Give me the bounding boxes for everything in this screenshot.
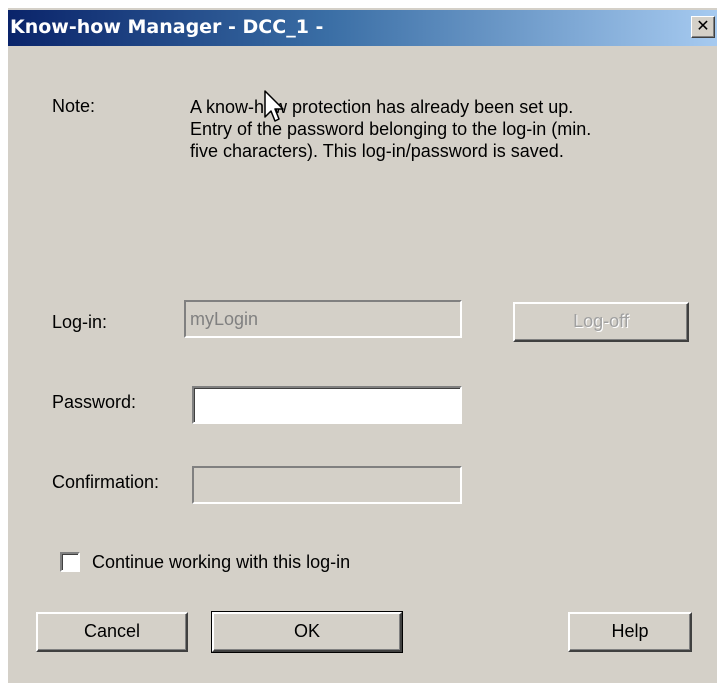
- login-label: Log-in:: [52, 312, 108, 332]
- close-icon: ✕: [696, 16, 710, 35]
- ok-button[interactable]: OK: [211, 611, 403, 653]
- note-line: five characters). This log-in/password i…: [190, 141, 564, 161]
- password-field[interactable]: [192, 386, 462, 424]
- note-line: Entry of the password belonging to the l…: [190, 119, 592, 139]
- confirmation-label: Confirmation:: [52, 472, 160, 492]
- window-title: Know-how Manager - DCC_1 -: [10, 16, 324, 38]
- continue-label[interactable]: Continue working with this log-in: [92, 552, 350, 573]
- close-button[interactable]: ✕: [691, 16, 715, 38]
- title-bar[interactable]: Know-how Manager - DCC_1 - ✕: [8, 10, 717, 46]
- mouse-pointer-icon: [264, 90, 284, 122]
- help-button[interactable]: Help: [568, 612, 692, 652]
- continue-checkbox[interactable]: [60, 552, 80, 572]
- password-label: Password:: [52, 392, 137, 412]
- note-text: A know-how protection has already been s…: [190, 96, 670, 162]
- confirmation-field: [192, 466, 462, 504]
- login-field: [184, 300, 462, 338]
- know-how-manager-dialog: Know-how Manager - DCC_1 - ✕ Note: A kno…: [8, 8, 717, 683]
- cancel-button[interactable]: Cancel: [36, 612, 188, 652]
- note-label: Note:: [52, 96, 96, 116]
- note-line: A know-how protection has already been s…: [190, 97, 574, 117]
- logoff-button: Log-off: [513, 302, 689, 342]
